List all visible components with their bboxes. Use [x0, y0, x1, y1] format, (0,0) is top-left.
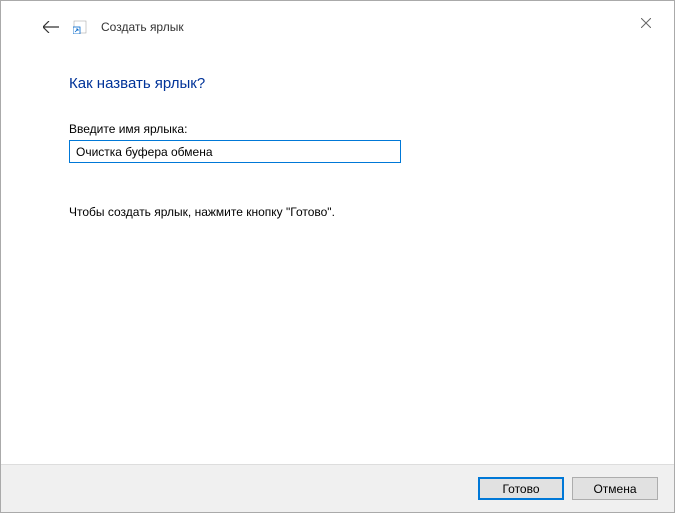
instruction-text: Чтобы создать ярлык, нажмите кнопку "Гот…: [69, 205, 606, 219]
create-shortcut-dialog: Создать ярлык Как назвать ярлык? Введите…: [0, 0, 675, 513]
window-title: Создать ярлык: [101, 20, 184, 34]
shortcut-name-input[interactable]: [69, 140, 401, 163]
back-button[interactable]: [43, 19, 59, 35]
shortcut-icon: [73, 20, 87, 34]
shortcut-name-label: Введите имя ярлыка:: [69, 122, 606, 136]
content-area: Как назвать ярлык? Введите имя ярлыка: Ч…: [1, 35, 674, 464]
page-heading: Как назвать ярлык?: [69, 75, 606, 92]
close-button[interactable]: [638, 15, 654, 31]
back-arrow-icon: [43, 21, 59, 33]
cancel-button[interactable]: Отмена: [572, 477, 658, 500]
dialog-footer: Готово Отмена: [1, 464, 674, 512]
close-icon: [641, 18, 651, 28]
finish-button[interactable]: Готово: [478, 477, 564, 500]
dialog-header: Создать ярлык: [1, 1, 674, 35]
